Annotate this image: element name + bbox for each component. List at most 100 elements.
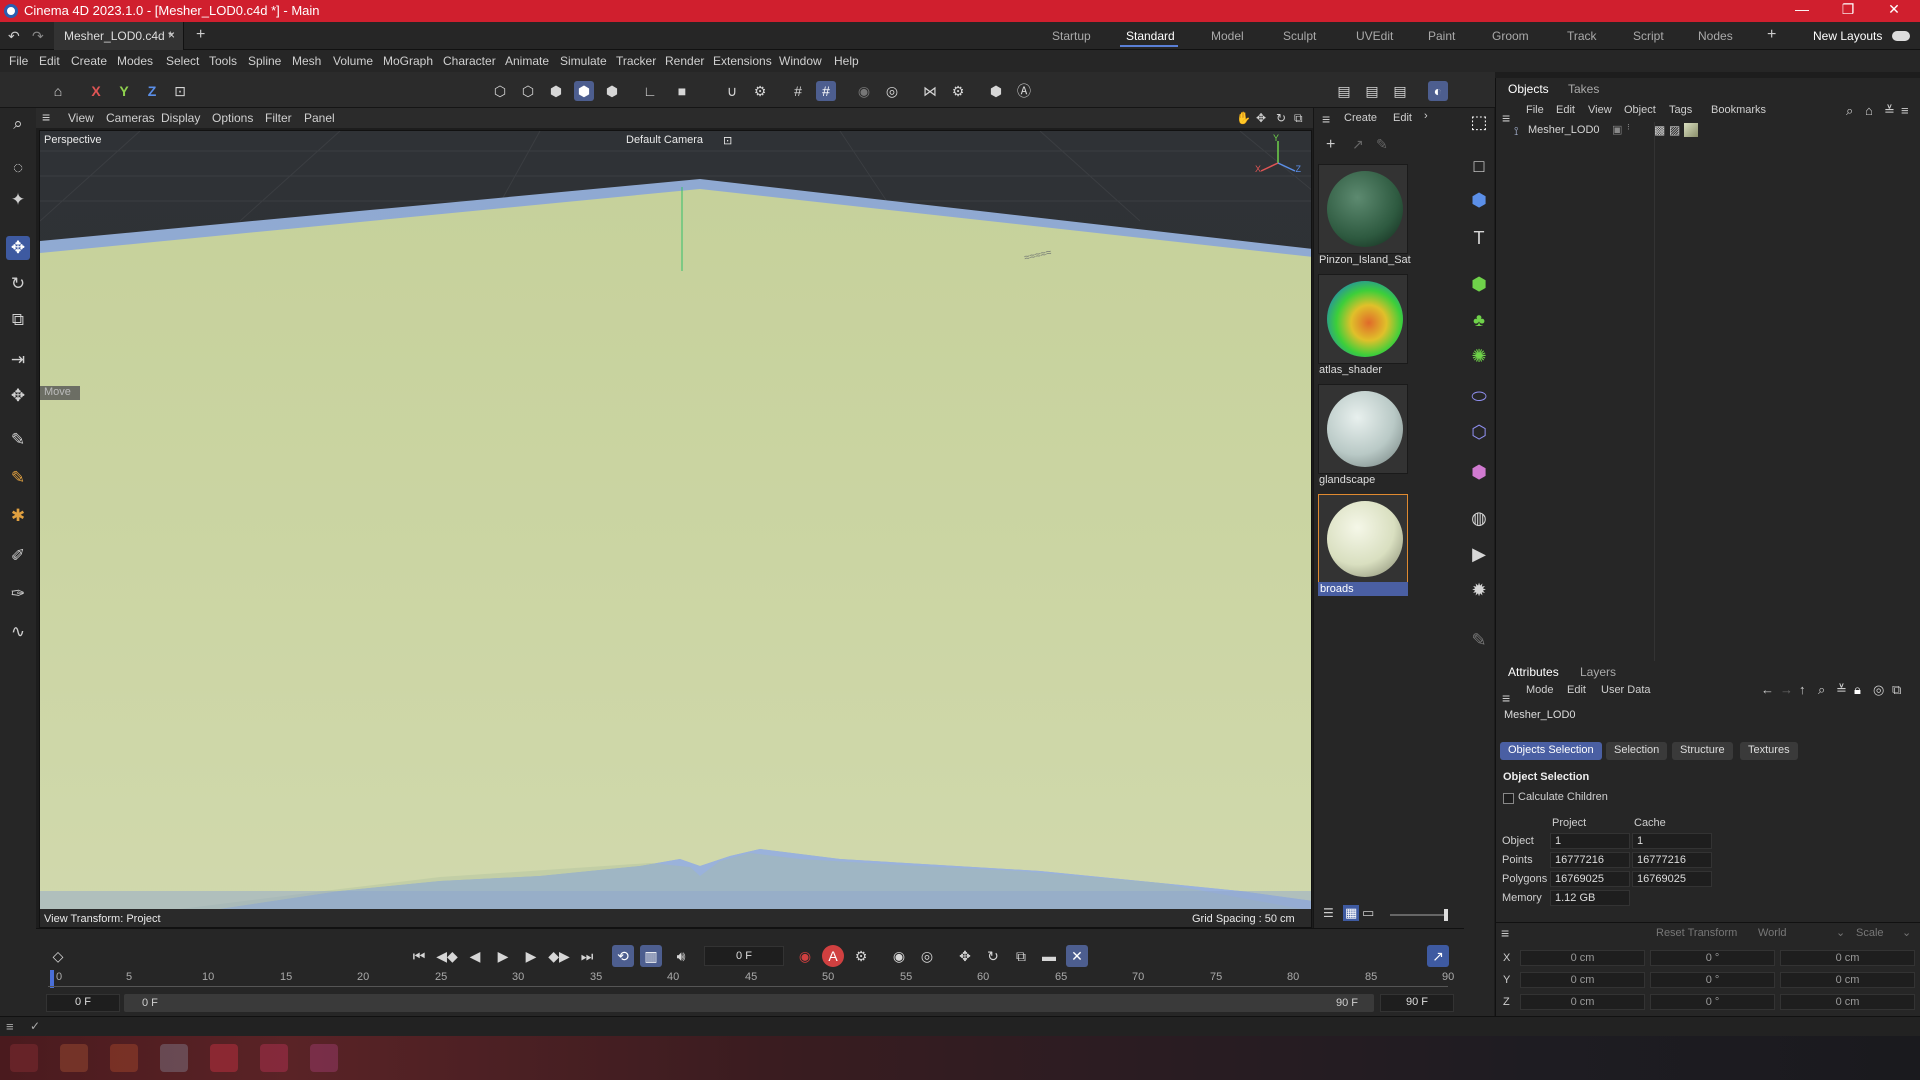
- spline-smooth-icon[interactable]: ✱: [6, 504, 30, 528]
- menu-character[interactable]: Character: [443, 54, 496, 68]
- minimize-button[interactable]: —: [1780, 1, 1824, 21]
- size-field[interactable]: 0 cm: [1780, 950, 1915, 966]
- objects-menu-file[interactable]: File: [1526, 104, 1544, 116]
- coordinate-system-icon[interactable]: ⊡: [170, 81, 190, 101]
- object-edit-icon[interactable]: ▣: [1612, 123, 1622, 136]
- taskbar-app-icon[interactable]: [110, 1044, 138, 1072]
- knife-tool-icon[interactable]: ✑: [6, 582, 30, 606]
- lock-z-axis-button[interactable]: Z: [142, 81, 162, 101]
- timeline-window-icon[interactable]: ↗: [1427, 945, 1449, 967]
- keyframe-diamond-icon[interactable]: ◇: [47, 945, 69, 967]
- key-interpolation-icon[interactable]: ◎: [916, 945, 938, 967]
- move-view-icon[interactable]: ✥: [1256, 111, 1266, 125]
- playback-rate-icon[interactable]: ▥: [640, 945, 662, 967]
- menu-help[interactable]: Help: [834, 54, 859, 68]
- environment-icon[interactable]: ◍: [1467, 506, 1491, 530]
- key-rotation-icon[interactable]: ↻: [982, 945, 1004, 967]
- world-dropdown-chevron-icon[interactable]: ⌄: [1836, 926, 1845, 939]
- add-document-icon[interactable]: +: [196, 26, 205, 44]
- key-position-icon[interactable]: ✥: [954, 945, 976, 967]
- solo-mode-icon[interactable]: ■: [672, 81, 692, 101]
- material-tag-icon[interactable]: [1684, 123, 1698, 137]
- menu-edit[interactable]: Edit: [39, 54, 60, 68]
- object-row[interactable]: ⟟ Mesher_LOD0 ▣ ⁝ ▩ ▨: [1496, 122, 1920, 140]
- menu-extensions[interactable]: Extensions: [713, 54, 772, 68]
- plugin-icon[interactable]: ⬢: [986, 81, 1006, 101]
- thumbnail-size-slider-handle[interactable]: [1444, 909, 1448, 921]
- light-icon[interactable]: ✹: [1467, 578, 1491, 602]
- taskbar-app-icon[interactable]: [310, 1044, 338, 1072]
- start-frame-field[interactable]: 0 F: [46, 994, 120, 1012]
- size-field[interactable]: 0 cm: [1780, 972, 1915, 988]
- render-settings-icon[interactable]: ▤: [1390, 81, 1410, 101]
- layout-tab-standard[interactable]: Standard: [1126, 29, 1175, 43]
- rotation-field[interactable]: 0 °: [1650, 994, 1775, 1010]
- attributes-hamburger-icon[interactable]: ≡: [1502, 690, 1510, 706]
- loop-icon[interactable]: ⟲: [612, 945, 634, 967]
- preview-range-bar[interactable]: [124, 994, 1374, 1012]
- tab-attributes[interactable]: Attributes: [1508, 665, 1559, 679]
- objects-filter-icon[interactable]: ≚: [1884, 103, 1895, 119]
- sound-icon[interactable]: 🔊︎: [670, 945, 692, 967]
- cloner-icon[interactable]: ♣: [1467, 308, 1491, 332]
- objects-search-icon[interactable]: ⌕: [1846, 103, 1853, 119]
- workplane-icon[interactable]: #: [788, 81, 808, 101]
- viewport-menu-display[interactable]: Display: [161, 111, 200, 125]
- object-name[interactable]: Mesher_LOD0: [1528, 124, 1600, 136]
- key-scale-icon[interactable]: ⧉: [1010, 945, 1032, 967]
- objects-menu-edit[interactable]: Edit: [1556, 104, 1575, 116]
- viewport-camera-label[interactable]: Default Camera: [626, 134, 703, 146]
- move-tool-icon[interactable]: ✥: [6, 236, 30, 260]
- layout-tab-script[interactable]: Script: [1633, 29, 1664, 43]
- search-icon[interactable]: ⌕: [6, 112, 30, 136]
- rotation-field[interactable]: 0 °: [1650, 950, 1775, 966]
- redo-icon[interactable]: ↷: [32, 28, 44, 45]
- menu-modes[interactable]: Modes: [117, 54, 153, 68]
- taskbar-app-icon[interactable]: [160, 1044, 188, 1072]
- objects-menu-tags[interactable]: Tags: [1669, 104, 1692, 116]
- world-dropdown[interactable]: World: [1758, 927, 1787, 939]
- taskbar-app-icon[interactable]: [210, 1044, 238, 1072]
- material-more-icon[interactable]: ›: [1424, 110, 1428, 122]
- material-menu-create[interactable]: Create: [1344, 112, 1377, 124]
- transfer-tool-icon[interactable]: ⇥: [6, 348, 30, 372]
- position-field[interactable]: 0 cm: [1520, 950, 1645, 966]
- autokey-button[interactable]: A: [822, 945, 844, 967]
- close-button[interactable]: ✕: [1872, 1, 1916, 21]
- objects-settings-icon[interactable]: ≡: [1901, 103, 1909, 118]
- rotate-view-icon[interactable]: ↻: [1276, 111, 1286, 125]
- snap-magnet-icon[interactable]: ∪: [722, 81, 742, 101]
- texture-mode-icon[interactable]: ⬢: [602, 81, 622, 101]
- large-view-icon[interactable]: ▭: [1362, 905, 1374, 921]
- edges-mode-icon[interactable]: ⬡: [518, 81, 538, 101]
- viewport-menu-cameras[interactable]: Cameras: [106, 111, 155, 125]
- keyframe-selection-icon[interactable]: ◉: [888, 945, 910, 967]
- live-selection-icon[interactable]: ◌: [6, 156, 30, 180]
- material-hamburger-icon[interactable]: ≡: [1322, 111, 1330, 127]
- interactive-render-icon[interactable]: ◐: [1428, 81, 1448, 101]
- menu-volume[interactable]: Volume: [333, 54, 373, 68]
- back-arrow-icon[interactable]: ←: [1761, 682, 1774, 697]
- symmetry-icon[interactable]: ⋈: [920, 81, 940, 101]
- sketch-tool-icon[interactable]: ✎: [6, 466, 30, 490]
- list-view-icon[interactable]: ☰: [1323, 906, 1334, 920]
- rotate-tool-icon[interactable]: ↻: [6, 272, 30, 296]
- phong-tag-icon[interactable]: ▩: [1654, 123, 1665, 137]
- deformer-icon[interactable]: ⬭: [1467, 384, 1491, 408]
- next-key-icon[interactable]: ◆▶: [548, 945, 570, 967]
- layout-tab-track[interactable]: Track: [1567, 29, 1597, 43]
- menu-animate[interactable]: Animate: [505, 54, 549, 68]
- menu-mesh[interactable]: Mesh: [292, 54, 321, 68]
- size-field[interactable]: 0 cm: [1780, 994, 1915, 1010]
- status-hamburger-icon[interactable]: ≡: [6, 1019, 14, 1034]
- scale-tool-icon[interactable]: ⧉: [6, 308, 30, 332]
- sculpt-tool-icon[interactable]: ∿: [6, 620, 30, 644]
- up-arrow-icon[interactable]: ↑: [1799, 682, 1806, 697]
- play-icon[interactable]: ▶: [492, 945, 514, 967]
- reset-transform-button[interactable]: Reset Transform: [1656, 927, 1737, 939]
- sds-object-icon[interactable]: ⬚: [1467, 110, 1491, 134]
- record-icon[interactable]: ◉: [794, 945, 816, 967]
- key-settings-icon[interactable]: ⚙: [850, 945, 872, 967]
- objects-menu-object[interactable]: Object: [1624, 104, 1656, 116]
- attributes-menu-user-data[interactable]: User Data: [1601, 684, 1651, 696]
